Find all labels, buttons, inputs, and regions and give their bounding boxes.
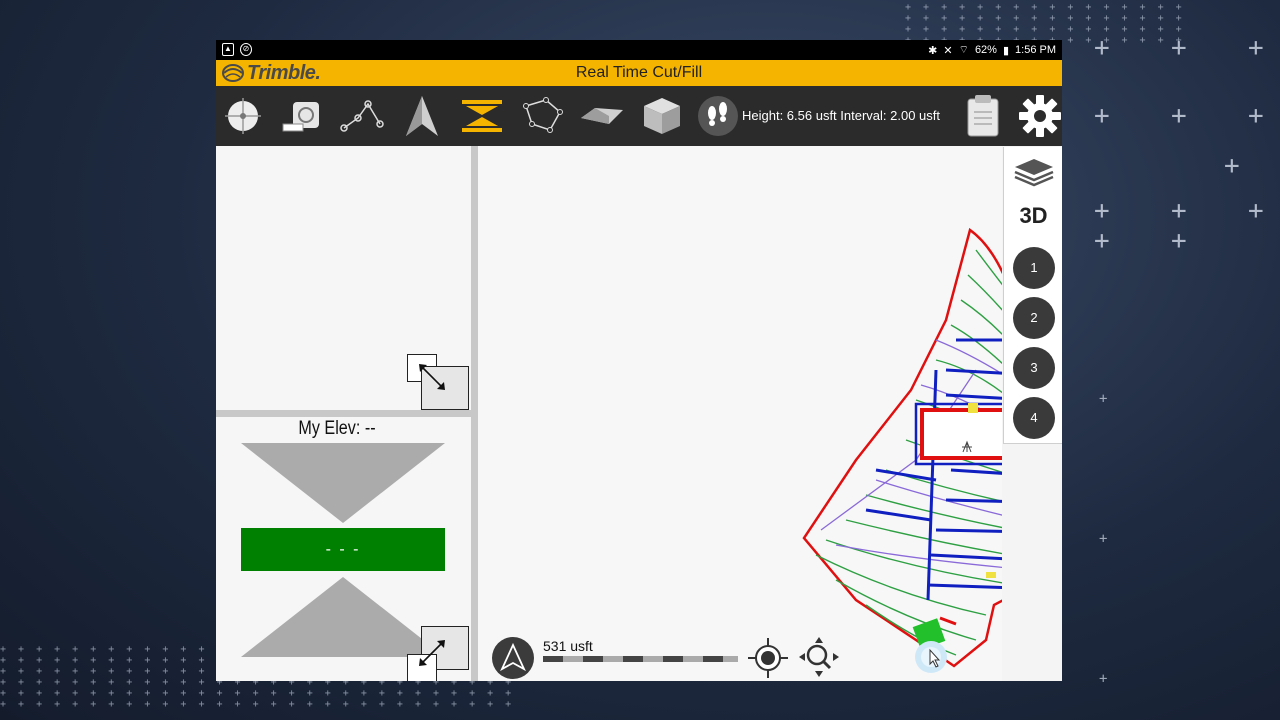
expand-view-button-bottom[interactable]	[407, 624, 469, 681]
toolbar: Height: 6.56 usft Interval: 2.00 usft	[216, 86, 1062, 146]
view-preset-3-button[interactable]: 3	[1013, 347, 1055, 389]
gear-icon	[1019, 95, 1061, 137]
status-bar: ▲ ⊘ ✱ ✕ ⌔ 62% ▮ 1:56 PM	[216, 40, 1062, 60]
north-arrow-icon	[500, 642, 526, 672]
my-elevation-label: My Elev: --	[298, 418, 376, 439]
crosshair-target-button[interactable]	[219, 92, 267, 140]
footsteps-button[interactable]	[694, 92, 742, 140]
polygon-button[interactable]	[518, 92, 566, 140]
clock: 1:56 PM	[1015, 44, 1056, 56]
view-preset-4-button[interactable]: 4	[1013, 397, 1055, 439]
view-control-bar: 3D 1 2 3 4	[1003, 147, 1062, 444]
cut-fill-chevrons-icon	[462, 100, 502, 132]
crosshair-target-icon	[225, 98, 261, 134]
panel-divider-horizontal[interactable]	[216, 410, 471, 417]
page-title: Real Time Cut/Fill	[575, 64, 703, 81]
3d-view-toggle[interactable]: 3D	[1004, 203, 1062, 229]
cube-icon	[644, 98, 680, 134]
cut-fill-value-bar: - - -	[241, 528, 445, 571]
cube-button[interactable]	[638, 92, 686, 140]
tablet-screen: ▲ ⊘ ✱ ✕ ⌔ 62% ▮ 1:56 PM Trimble. Real Ti…	[216, 40, 1062, 681]
resize-arrow-icon	[419, 640, 445, 666]
compass-button[interactable]	[492, 637, 534, 679]
north-arrow-button[interactable]	[398, 92, 446, 140]
zoom-extents-button[interactable]	[798, 636, 840, 678]
clipboard-icon	[967, 95, 999, 137]
footsteps-icon	[698, 96, 738, 136]
resize-arrow-icon	[419, 364, 445, 390]
title-bar: Trimble. Real Time Cut/Fill	[216, 60, 1062, 86]
building-pad	[920, 408, 1002, 460]
bluetooth-icon: ✱	[928, 44, 938, 57]
panel-divider-vertical[interactable]	[471, 146, 478, 681]
surface-plane-icon	[581, 108, 623, 124]
touch-cursor-icon	[915, 641, 947, 673]
north-arrow-icon	[406, 96, 438, 136]
cut-indicator-triangle	[241, 443, 445, 523]
height-interval-readout[interactable]: Height: 6.56 usft Interval: 2.00 usft	[742, 108, 940, 123]
measure-box-icon	[282, 102, 319, 132]
layers-icon[interactable]	[1013, 155, 1055, 189]
polygon-points-icon	[523, 97, 563, 133]
clipboard-button[interactable]	[959, 92, 1007, 140]
view-preset-2-button[interactable]: 2	[1013, 297, 1055, 339]
polyline-button[interactable]	[338, 92, 386, 140]
surface-button[interactable]	[578, 92, 626, 140]
notification-icon: ▲	[222, 43, 234, 56]
polyline-points-icon	[340, 100, 384, 132]
mute-icon: ✕	[943, 44, 953, 57]
measure-box-button[interactable]	[278, 92, 326, 140]
cut-fill-button[interactable]	[458, 92, 506, 140]
map-scale-bar	[543, 656, 738, 662]
locate-me-button[interactable]	[748, 638, 788, 678]
plan-map-view[interactable]	[478, 146, 1002, 681]
site-design-drawing	[802, 227, 1002, 668]
wifi-icon: ⌔	[958, 44, 969, 56]
map-scale-label: 531 usft	[543, 638, 593, 654]
expand-view-button-top[interactable]	[407, 354, 469, 410]
settings-button[interactable]	[1016, 92, 1062, 140]
view-preset-1-button[interactable]: 1	[1013, 247, 1055, 289]
blocked-icon: ⊘	[240, 43, 252, 56]
battery-icon: ▮	[1002, 44, 1010, 57]
battery-level: 62%	[974, 44, 997, 56]
